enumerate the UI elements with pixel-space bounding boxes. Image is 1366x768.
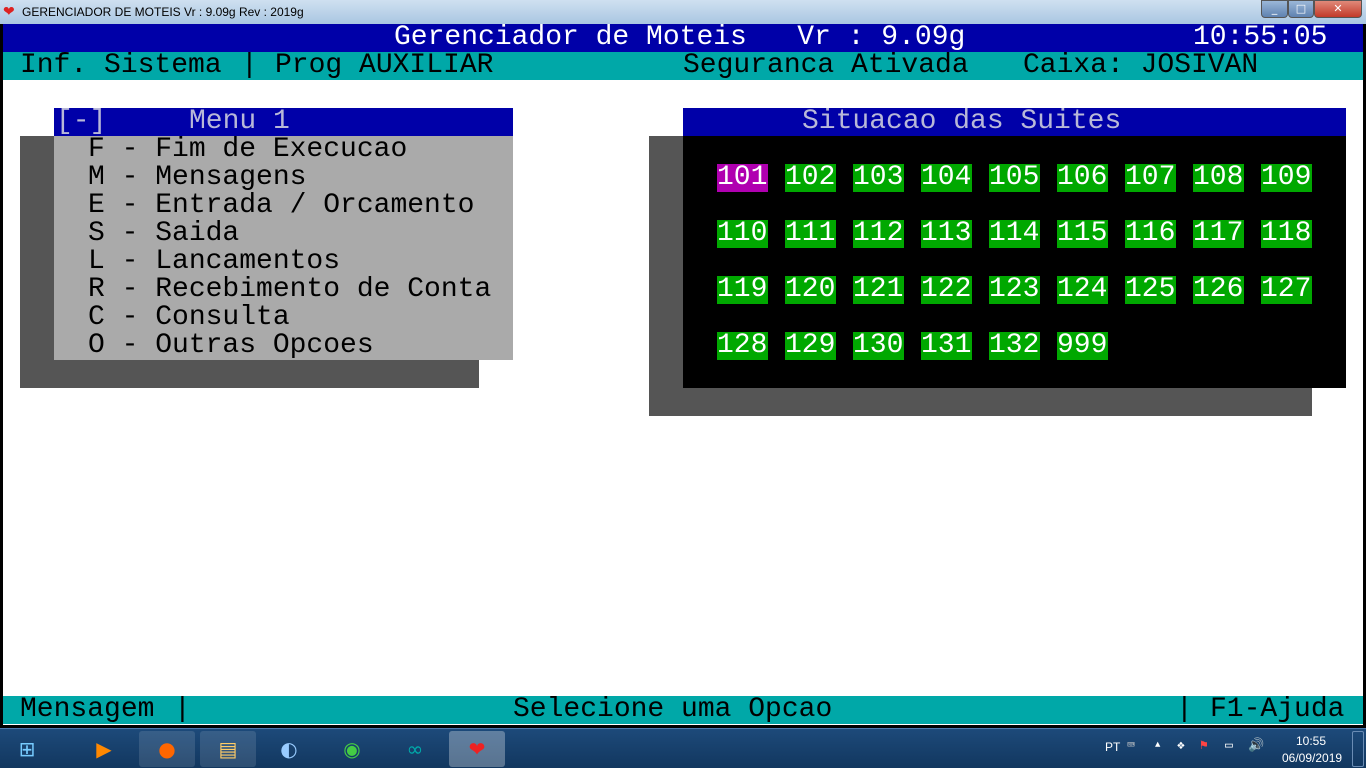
- media-player-icon[interactable]: ▶: [76, 731, 132, 767]
- suite-113[interactable]: 113: [921, 220, 972, 248]
- separator: |: [241, 50, 258, 81]
- suite-130[interactable]: 130: [853, 332, 904, 360]
- suite-122[interactable]: 122: [921, 276, 972, 304]
- security-status: Seguranca Ativada: [683, 50, 969, 81]
- menu-shadow: [20, 136, 54, 388]
- suite-114[interactable]: 114: [989, 220, 1040, 248]
- suite-124[interactable]: 124: [1057, 276, 1108, 304]
- show-hidden-icons[interactable]: ▲: [1155, 740, 1160, 750]
- menu-list: F - Fim de Execucao M - Mensagens E - Entr…: [54, 136, 513, 360]
- suite-107[interactable]: 107: [1125, 164, 1176, 192]
- suite-999[interactable]: 999: [1057, 332, 1108, 360]
- volume-icon[interactable]: 🔊: [1248, 738, 1264, 753]
- suite-125[interactable]: 125: [1125, 276, 1176, 304]
- program-label: Prog AUXILIAR: [275, 50, 494, 81]
- suite-117[interactable]: 117: [1193, 220, 1244, 248]
- menu-shadow-bottom: [54, 360, 479, 388]
- cashier: Caixa: JOSIVAN: [1023, 50, 1259, 81]
- suite-109[interactable]: 109: [1261, 164, 1312, 192]
- arduino-icon[interactable]: ∞: [387, 731, 443, 767]
- suite-115[interactable]: 115: [1057, 220, 1108, 248]
- suite-104[interactable]: 104: [921, 164, 972, 192]
- suite-126[interactable]: 126: [1193, 276, 1244, 304]
- suite-111[interactable]: 111: [785, 220, 836, 248]
- suite-102[interactable]: 102: [785, 164, 836, 192]
- suites-shadow: [649, 136, 683, 416]
- menu-item[interactable]: L - Lancamentos: [88, 248, 340, 276]
- language-indicator[interactable]: PT: [1105, 740, 1120, 754]
- menu-close-button[interactable]: [-]: [56, 108, 106, 136]
- suite-118[interactable]: 118: [1261, 220, 1312, 248]
- suite-129[interactable]: 129: [785, 332, 836, 360]
- separator: |: [174, 694, 191, 725]
- suites-shadow-bottom: [683, 388, 1312, 416]
- suite-120[interactable]: 120: [785, 276, 836, 304]
- start-button[interactable]: ⊞: [0, 731, 54, 767]
- show-desktop-button[interactable]: [1352, 731, 1364, 767]
- header-bar: Gerenciador de Moteis Vr : 9.09g 10:55:0…: [3, 24, 1363, 52]
- dropbox-icon[interactable]: ❖: [1177, 738, 1185, 753]
- suite-119[interactable]: 119: [717, 276, 768, 304]
- menu-item[interactable]: E - Entrada / Orcamento: [88, 192, 474, 220]
- suite-127[interactable]: 127: [1261, 276, 1312, 304]
- taskbar: ⊞ ▶ ● ▤ ◐ ◉ ∞ ❤ PT ⌨ ▲ ❖ ⚑ ▭ 🔊 10:55 06/…: [0, 728, 1366, 768]
- suite-108[interactable]: 108: [1193, 164, 1244, 192]
- suite-116[interactable]: 116: [1125, 220, 1176, 248]
- minimize-button[interactable]: _: [1261, 0, 1288, 18]
- taskbar-date[interactable]: 06/09/2019: [1282, 751, 1342, 765]
- windows-logo-icon: ⊞: [18, 737, 36, 761]
- menu-item[interactable]: O - Outras Opcoes: [88, 332, 374, 360]
- close-button[interactable]: ✕: [1314, 0, 1362, 18]
- status-bar: Mensagem | Selecione uma Opcao | F1-Ajud…: [3, 696, 1363, 724]
- suites-grid: 101 102 103 104 105 106 107 108 109 110 111 112 113 1…: [683, 136, 1346, 388]
- maximize-button[interactable]: □: [1288, 0, 1314, 18]
- taskbar-time[interactable]: 10:55: [1296, 734, 1326, 748]
- status-message: Selecione uma Opcao: [513, 694, 833, 725]
- suite-121[interactable]: 121: [853, 276, 904, 304]
- motel-manager-icon[interactable]: ❤: [449, 731, 505, 767]
- status-label: Mensagem: [20, 694, 155, 725]
- firefox-icon[interactable]: ●: [139, 731, 195, 767]
- clock: 10:55:05: [1193, 22, 1328, 53]
- suites-title: Situacao das Suites: [802, 106, 1122, 137]
- network-icon[interactable]: ▭: [1225, 738, 1233, 753]
- suite-112[interactable]: 112: [853, 220, 904, 248]
- suite-101[interactable]: 101: [717, 164, 768, 192]
- help-hint[interactable]: F1-Ajuda: [1210, 696, 1344, 724]
- action-center-flag-icon[interactable]: ⚑: [1200, 738, 1208, 753]
- menu-item[interactable]: F - Fim de Execucao: [88, 136, 407, 164]
- window-titlebar: ❤ GERENCIADOR DE MOTEIS Vr : 9.09g Rev :…: [0, 0, 1366, 24]
- suite-123[interactable]: 123: [989, 276, 1040, 304]
- app-title: Gerenciador de Moteis Vr : 9.09g: [394, 22, 966, 53]
- suite-128[interactable]: 128: [717, 332, 768, 360]
- menu-titlebar: [-] Menu 1: [54, 108, 513, 136]
- menu-title: Menu 1: [189, 106, 290, 137]
- chrome-icon[interactable]: ◉: [324, 731, 380, 767]
- menu-item[interactable]: C - Consulta: [88, 304, 290, 332]
- suite-105[interactable]: 105: [989, 164, 1040, 192]
- file-explorer-icon[interactable]: ▤: [200, 731, 256, 767]
- system-info: Inf. Sistema: [20, 50, 222, 81]
- suite-132[interactable]: 132: [989, 332, 1040, 360]
- app-heart-icon: ❤: [3, 3, 15, 19]
- suite-131[interactable]: 131: [921, 332, 972, 360]
- suite-106[interactable]: 106: [1057, 164, 1108, 192]
- winbox-icon[interactable]: ◐: [261, 731, 317, 767]
- menu-item[interactable]: S - Saida: [88, 220, 239, 248]
- window-title: GERENCIADOR DE MOTEIS Vr : 9.09g Rev : 2…: [22, 5, 304, 19]
- separator: |: [1176, 694, 1193, 725]
- suite-110[interactable]: 110: [717, 220, 768, 248]
- suites-titlebar: Situacao das Suites: [683, 108, 1346, 136]
- suite-103[interactable]: 103: [853, 164, 904, 192]
- menu-item[interactable]: M - Mensagens: [88, 164, 306, 192]
- keyboard-icon[interactable]: ⌨: [1127, 738, 1135, 753]
- info-bar: Inf. Sistema | Prog AUXILIAR Seguranca A…: [3, 52, 1363, 80]
- menu-item[interactable]: R - Recebimento de Conta: [88, 276, 491, 304]
